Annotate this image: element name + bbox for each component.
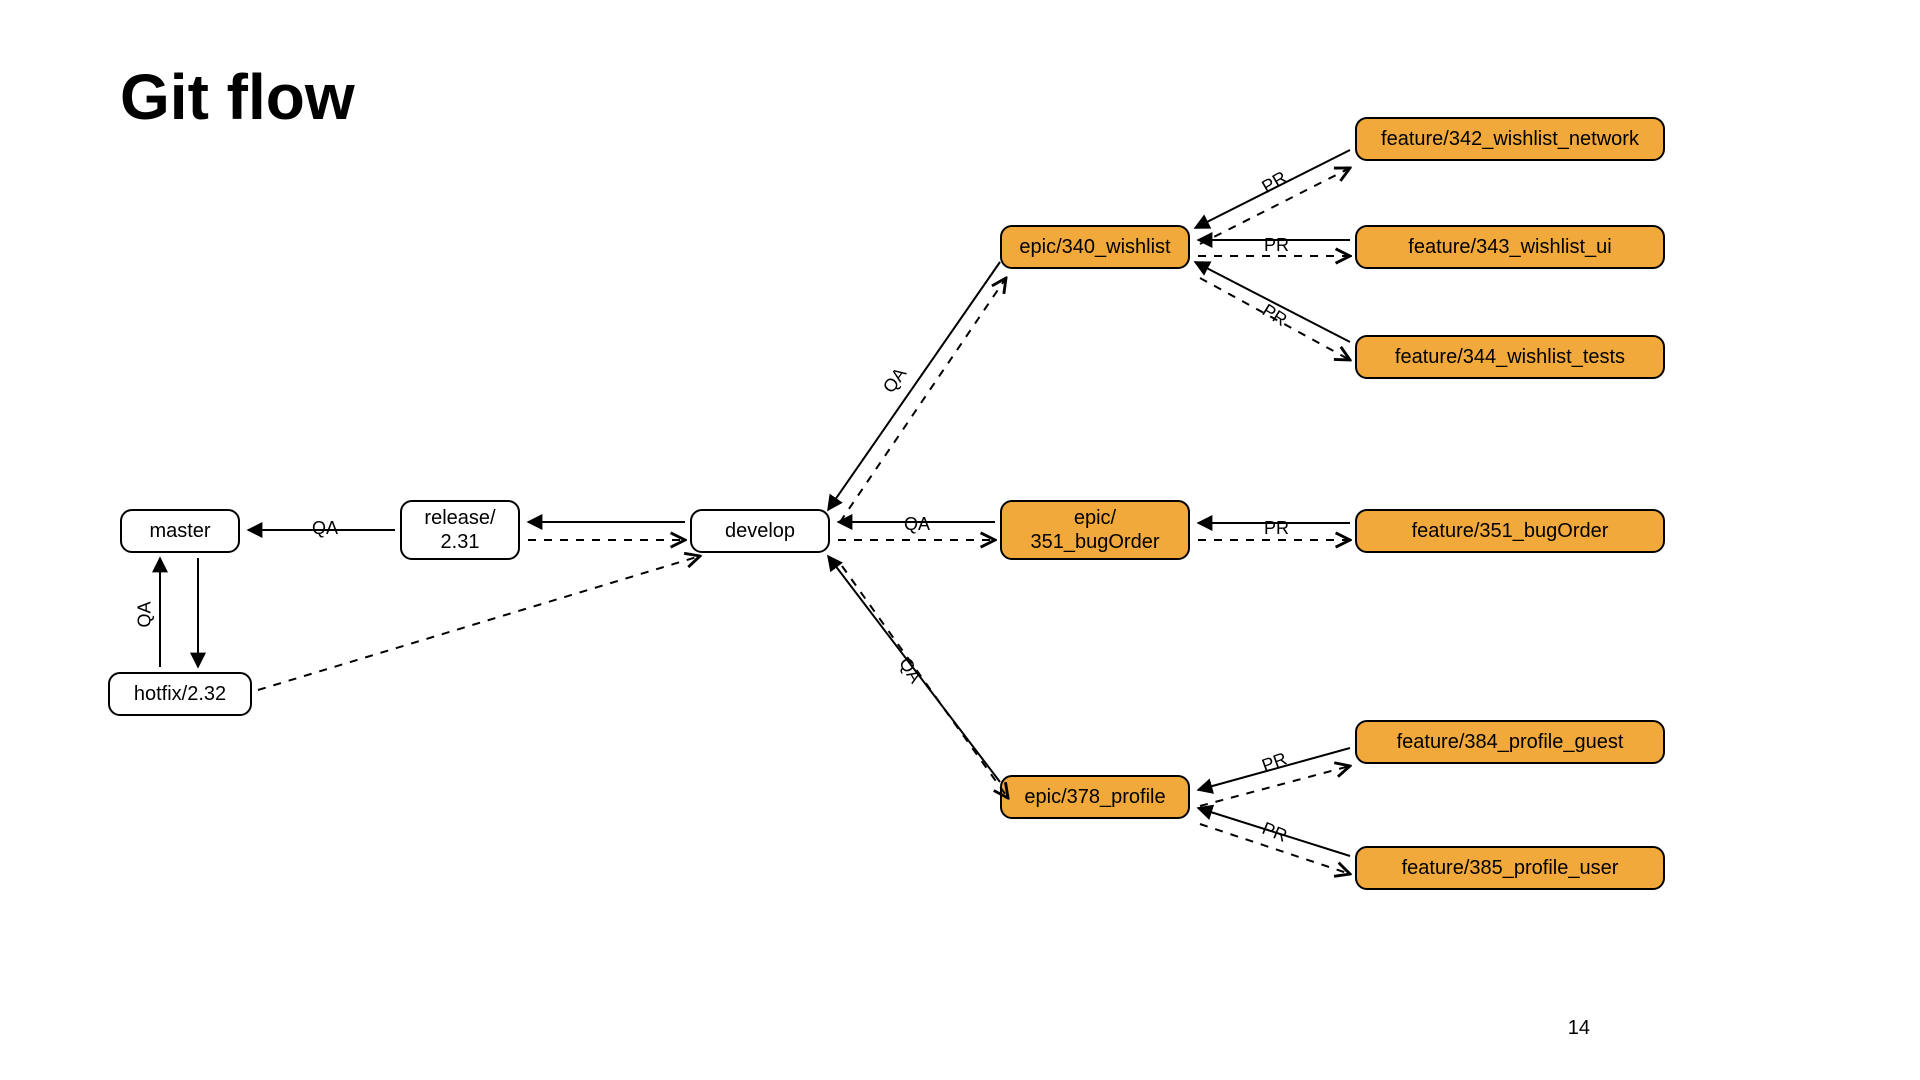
node-feat-343: feature/343_wishlist_ui xyxy=(1355,225,1665,269)
node-feat-351: feature/351_bugOrder xyxy=(1355,509,1665,553)
node-feat-344: feature/344_wishlist_tests xyxy=(1355,335,1665,379)
node-develop: develop xyxy=(690,509,830,553)
edge-label-qa-develop-wishlist: QA xyxy=(878,362,912,399)
edge-label-pr-bug-351: PR xyxy=(1262,518,1291,539)
edge-label-pr-profile-384: PR xyxy=(1257,748,1291,778)
edge-label-qa-develop-bug: QA xyxy=(902,514,932,535)
node-epic-bug: epic/ 351_bugOrder xyxy=(1000,500,1190,560)
page-number: 14 xyxy=(1568,1017,1590,1040)
edge-label-qa-master-hotfix: QA xyxy=(135,599,156,629)
edge-label-qa-develop-profile: QA xyxy=(893,652,927,689)
edge-label-pr-wishlist-344: PR xyxy=(1257,299,1293,332)
edge-label-pr-wishlist-343: PR xyxy=(1262,235,1291,256)
node-master: master xyxy=(120,509,240,553)
node-feat-342: feature/342_wishlist_network xyxy=(1355,117,1665,161)
edge-label-pr-profile-385: PR xyxy=(1257,817,1292,847)
node-feat-384: feature/384_profile_guest xyxy=(1355,720,1665,764)
node-feat-385: feature/385_profile_user xyxy=(1355,846,1665,890)
edge-label-pr-wishlist-342: PR xyxy=(1257,166,1293,199)
node-release: release/ 2.31 xyxy=(400,500,520,560)
page-title: Git flow xyxy=(120,60,355,134)
node-epic-profile: epic/378_profile xyxy=(1000,775,1190,819)
node-hotfix: hotfix/2.32 xyxy=(108,672,252,716)
edge-label-qa-master-release: QA xyxy=(310,518,340,539)
node-epic-wishlist: epic/340_wishlist xyxy=(1000,225,1190,269)
